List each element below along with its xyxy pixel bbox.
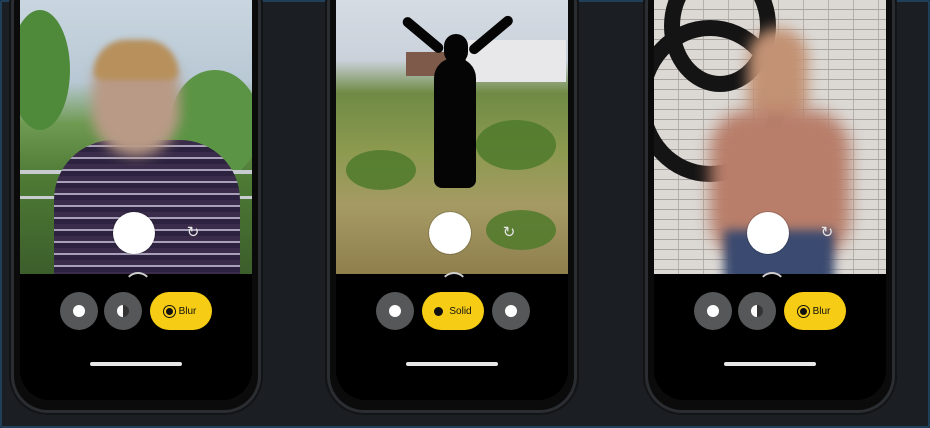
person-hair	[94, 40, 178, 80]
mode-selector: Solid	[336, 292, 568, 332]
camera-viewfinder: ↻	[336, 0, 568, 274]
grass-patch	[476, 120, 556, 170]
switch-camera-icon[interactable]: ↻	[500, 224, 518, 242]
phone-mockup-2: ↻ Solid	[330, 0, 574, 410]
dot-icon	[73, 305, 85, 317]
dot-icon	[389, 305, 401, 317]
mode-label: Blur	[178, 305, 197, 317]
mode-button-half[interactable]	[104, 292, 142, 330]
switch-camera-icon[interactable]: ↻	[818, 224, 836, 242]
phone-screen: ↻ Blur	[20, 0, 252, 400]
shutter-button[interactable]	[429, 212, 471, 254]
chevron-up-icon[interactable]	[120, 268, 152, 282]
camera-controls: Blur	[20, 272, 252, 400]
silhouette-arm	[400, 15, 446, 55]
mode-selector: Blur	[20, 292, 252, 332]
person-shirt	[54, 140, 240, 274]
mode-button-dot[interactable]	[492, 292, 530, 330]
solid-dot-icon	[434, 306, 444, 316]
mode-button-solid[interactable]: Solid	[422, 292, 484, 330]
dot-icon	[505, 305, 517, 317]
camera-controls: Solid	[336, 272, 568, 400]
phone-mockup-3: ↻ Blur	[648, 0, 892, 410]
shutter-button[interactable]	[113, 212, 155, 254]
silhouette-body	[434, 58, 476, 188]
camera-controls: Blur	[654, 272, 886, 400]
blur-dot-icon	[165, 307, 173, 315]
switch-camera-icon[interactable]: ↻	[184, 224, 202, 242]
mode-button-blur[interactable]: Blur	[150, 292, 212, 330]
dot-icon	[707, 305, 719, 317]
blur-dot-icon	[799, 307, 807, 315]
camera-viewfinder: ↻	[20, 0, 252, 274]
mode-label: Blur	[812, 305, 831, 317]
mode-button-dot[interactable]	[60, 292, 98, 330]
mode-button-blur[interactable]: Blur	[784, 292, 846, 330]
tree	[20, 10, 70, 130]
half-dot-icon	[117, 305, 129, 317]
mode-button-half[interactable]	[738, 292, 776, 330]
home-indicator	[90, 362, 182, 366]
grass-patch	[346, 150, 416, 190]
phone-mockup-1: ↻ Blur	[14, 0, 258, 410]
chevron-up-icon[interactable]	[436, 268, 468, 282]
mode-label: Solid	[449, 305, 472, 317]
half-dot-icon	[751, 305, 763, 317]
shutter-button[interactable]	[747, 212, 789, 254]
home-indicator	[406, 362, 498, 366]
mode-button-dot[interactable]	[376, 292, 414, 330]
grass-patch	[486, 210, 556, 250]
mode-selector: Blur	[654, 292, 886, 332]
phone-screen: ↻ Solid	[336, 0, 568, 400]
camera-viewfinder: ↻	[654, 0, 886, 274]
phone-screen: ↻ Blur	[654, 0, 886, 400]
home-indicator	[724, 362, 816, 366]
chevron-up-icon[interactable]	[754, 268, 786, 282]
mode-button-dot[interactable]	[694, 292, 732, 330]
